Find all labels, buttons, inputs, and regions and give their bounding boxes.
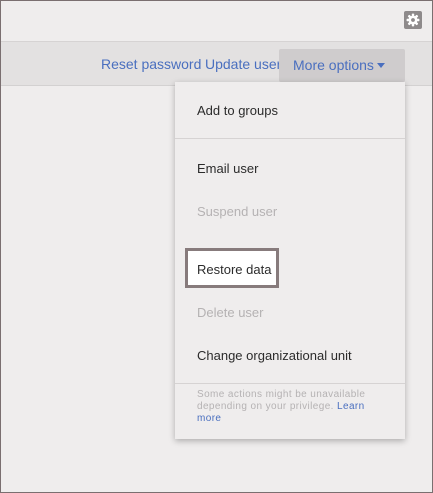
menu-divider <box>175 138 405 139</box>
privilege-note: Some actions might be unavailable depend… <box>197 389 387 425</box>
top-bar <box>1 1 432 42</box>
menu-item-delete-user: Delete user <box>197 305 264 320</box>
caret-down-icon <box>377 63 385 68</box>
more-options-button[interactable]: More options <box>279 49 405 82</box>
user-actions-bar: Reset password Update user More options <box>1 42 432 86</box>
app-window: Reset password Update user More options … <box>0 0 433 493</box>
reset-password-link[interactable]: Reset password <box>101 42 201 85</box>
menu-item-add-to-groups[interactable]: Add to groups <box>197 103 278 118</box>
menu-item-email-user[interactable]: Email user <box>197 161 258 176</box>
menu-item-change-org-unit[interactable]: Change organizational unit <box>197 348 352 363</box>
menu-item-restore-data[interactable]: Restore data <box>197 262 271 277</box>
menu-divider <box>175 383 405 384</box>
update-user-link[interactable]: Update user <box>205 42 281 85</box>
menu-item-suspend-user: Suspend user <box>197 204 278 219</box>
more-options-menu: Add to groups Email user Suspend user Re… <box>175 82 405 439</box>
gear-icon[interactable] <box>404 11 422 29</box>
more-options-label: More options <box>293 57 374 73</box>
